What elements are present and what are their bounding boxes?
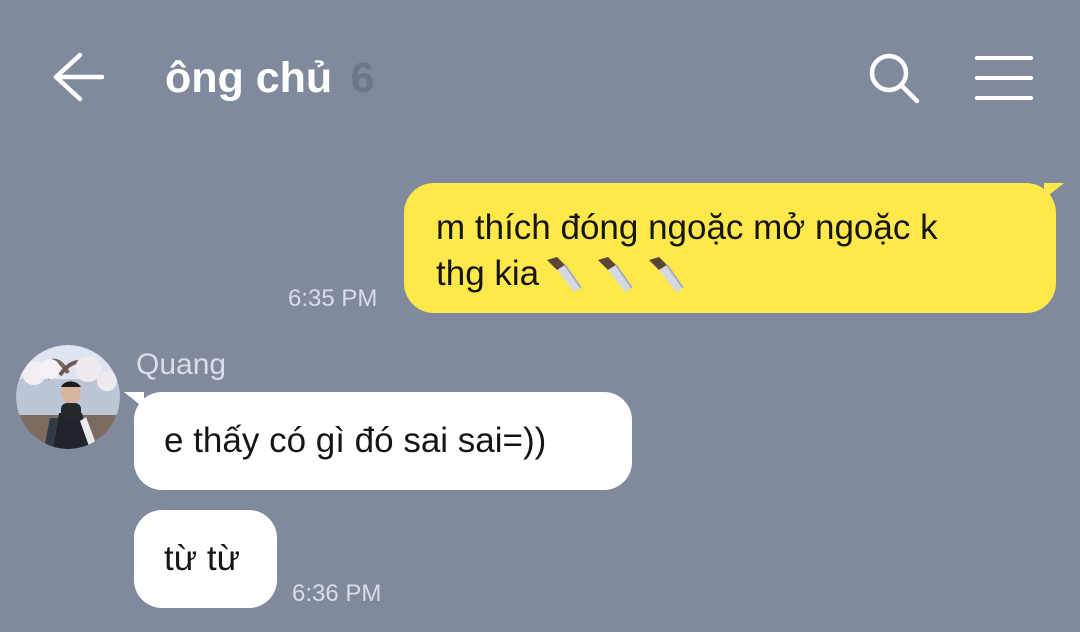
knife-icon — [649, 257, 684, 292]
incoming-message-bubble-1[interactable]: e thấy có gì đó sai sai=)) — [134, 392, 632, 490]
member-count: 6 — [350, 54, 375, 102]
incoming-message-text-2: từ từ — [164, 539, 241, 578]
outgoing-message-line-1: m thích đóng ngoặc mở ngoặc k — [436, 208, 938, 247]
knife-icon — [547, 257, 582, 292]
incoming-message-time: 6:36 PM — [292, 580, 382, 607]
avatar-image — [16, 345, 120, 449]
chat-title-wrap: ông chủ 6 — [165, 50, 375, 106]
knife-icon — [598, 257, 633, 292]
back-arrow-icon[interactable] — [52, 52, 106, 102]
chat-header: ông chủ 6 — [0, 0, 1080, 150]
outgoing-message-time: 6:35 PM — [288, 285, 378, 312]
outgoing-message-line-2: thg kia — [436, 254, 540, 293]
knife-emoji-group — [539, 251, 684, 297]
sender-name: Quang — [136, 348, 227, 381]
outgoing-message-line-2-row: thg kia — [436, 251, 1030, 297]
search-icon[interactable] — [866, 50, 922, 106]
menu-icon[interactable] — [974, 53, 1034, 103]
incoming-message-text-1: e thấy có gì đó sai sai=)) — [164, 421, 547, 460]
incoming-message-bubble-2[interactable]: từ từ — [134, 510, 277, 608]
avatar[interactable] — [16, 345, 120, 449]
knife-icons — [547, 257, 684, 292]
outgoing-message-bubble[interactable]: m thích đóng ngoặc mở ngoặc k thg kia — [404, 183, 1056, 313]
chat-title: ông chủ — [165, 54, 333, 102]
